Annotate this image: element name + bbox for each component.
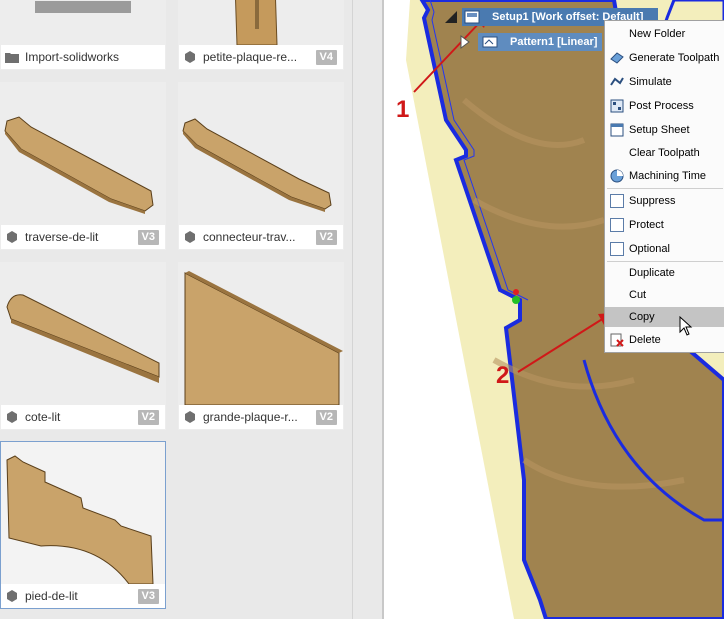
card-thumbnail [1,263,165,405]
menu-item-protect[interactable]: Protect [605,215,724,235]
menu-item-optional[interactable]: Optional [605,239,724,259]
card-thumbnail [1,0,165,45]
checkbox-icon[interactable] [610,242,624,256]
library-card-pied-de-lit[interactable]: pied-de-lit V3 [0,441,166,609]
menu-item-post-process[interactable]: Post Process [605,96,724,116]
expand-arrow-icon[interactable] [460,35,470,49]
part-icon [7,411,17,423]
setup-sheet-icon [610,123,624,137]
folder-icon [5,53,19,63]
part-icon [7,231,17,243]
card-name: grande-plaque-r... [203,410,298,424]
library-card-import-solidworks[interactable]: Import-solidworks [0,0,166,70]
part-icon [7,590,17,602]
library-card-grande-plaque[interactable]: grande-plaque-r... V2 [178,262,344,430]
card-name: petite-plaque-re... [203,50,298,64]
menu-item-generate-toolpath[interactable]: Generate Toolpath [605,48,724,68]
pattern-icon [482,36,498,48]
part-icon [185,411,195,423]
version-badge: V3 [137,230,159,245]
card-thumbnail [1,442,165,584]
menu-item-delete[interactable]: Delete [605,330,724,350]
menu-item-clear-toolpath[interactable]: Clear Toolpath [605,143,724,163]
version-badge: V2 [315,410,337,425]
part-icon [185,231,195,243]
checkbox-icon[interactable] [610,218,624,232]
menu-item-simulate[interactable]: Simulate [605,72,724,92]
card-thumbnail [179,263,343,405]
simulate-icon [610,77,624,86]
card-name: connecteur-trav... [203,230,296,244]
card-thumbnail [1,83,165,225]
library-card-cote-lit[interactable]: cote-lit V2 [0,262,166,430]
card-name: pied-de-lit [25,589,78,603]
setup-icon [464,10,480,24]
generate-toolpath-icon [610,52,624,64]
card-thumbnail [179,0,343,45]
post-process-icon [610,99,624,113]
delete-icon [610,333,624,347]
context-menu: New Folder Generate Toolpath Simulate Po… [604,20,724,353]
library-card-connecteur-trav[interactable]: connecteur-trav... V2 [178,82,344,250]
annotation-step-2: 2 [496,362,510,389]
library-card-traverse-de-lit[interactable]: traverse-de-lit V3 [0,82,166,250]
menu-item-machining-time[interactable]: Machining Time [605,166,724,186]
menu-item-new-folder[interactable]: New Folder [605,24,724,44]
checkbox-icon[interactable] [610,194,624,208]
data-panel: Import-solidworks petite-plaque-re... V4… [0,0,382,619]
menu-item-setup-sheet[interactable]: Setup Sheet [605,120,724,140]
menu-separator [607,188,723,189]
version-badge: V3 [137,589,159,604]
version-badge: V2 [137,410,159,425]
collapse-arrow-icon[interactable] [444,8,458,24]
mouse-cursor-icon [679,316,693,336]
menu-item-suppress[interactable]: Suppress [605,191,724,211]
part-icon [185,51,195,63]
menu-separator [607,261,723,262]
card-name: Import-solidworks [25,50,120,64]
menu-item-copy[interactable]: Copy [605,307,724,327]
annotation-step-1: 1 [396,96,410,123]
card-thumbnail [179,83,343,225]
pattern-label: Pattern1 [Linear] [510,36,598,48]
machining-time-icon [610,169,624,183]
card-name: cote-lit [25,410,61,424]
menu-item-cut[interactable]: Cut [605,285,724,305]
card-name: traverse-de-lit [25,230,99,244]
library-card-petite-plaque[interactable]: petite-plaque-re... V4 [178,0,344,70]
library-scrollbar[interactable] [352,0,382,619]
menu-item-duplicate[interactable]: Duplicate [605,263,724,283]
version-badge: V4 [315,50,337,65]
version-badge: V2 [315,230,337,245]
